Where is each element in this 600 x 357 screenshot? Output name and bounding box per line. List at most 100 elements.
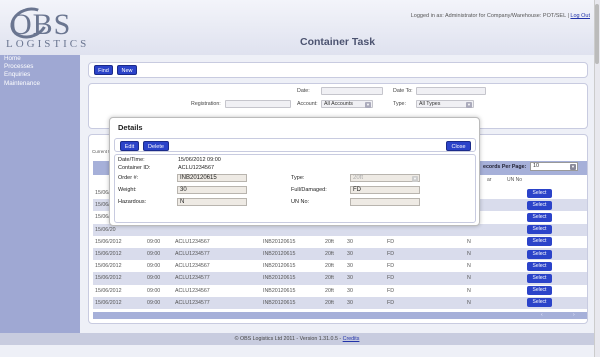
select-button[interactable]: Select: [527, 225, 552, 235]
select-button[interactable]: Select: [527, 188, 552, 198]
chevron-down-icon: ▼: [466, 101, 472, 108]
footer: © OBS Logistics Ltd 2011 - Version 1.31.…: [0, 333, 594, 345]
select-button[interactable]: Select: [527, 298, 552, 308]
cell-un: [485, 223, 525, 236]
un-no-label: UN No:: [291, 199, 310, 205]
credits-link[interactable]: Credits: [343, 336, 360, 342]
logout-link[interactable]: Log Out: [570, 13, 590, 19]
logo-sub: LOGISTICS: [6, 38, 90, 50]
cell-un: [485, 260, 525, 273]
cell-status: FD: [385, 247, 465, 261]
cell-order: INB20120615: [261, 260, 323, 273]
cell-un: [485, 211, 525, 224]
cell-weight: 30: [345, 260, 385, 273]
sidebar-item-maintenance[interactable]: Maintenance: [0, 80, 80, 88]
type-field[interactable]: 20ft ▼: [350, 174, 420, 182]
column-header-hazardous[interactable]: ar: [487, 177, 491, 183]
cell-order: INB20120615: [261, 235, 323, 248]
cell-status: FD: [385, 284, 465, 297]
type-select-value: All Types: [419, 101, 441, 107]
chevron-down-icon: ▼: [412, 175, 418, 182]
account-select-value: All Accounts: [324, 101, 353, 107]
select-button[interactable]: Select: [527, 200, 552, 210]
table-row[interactable]: 15/06/2012 09:00 ACLU1234577 INB20120615 20f…: [93, 247, 587, 261]
select-button[interactable]: Select: [527, 286, 552, 296]
cell-date: 15/06/2012: [93, 284, 145, 297]
cell-un: [485, 284, 525, 297]
select-button[interactable]: Select: [527, 261, 552, 271]
type-select[interactable]: All Types ▼: [416, 100, 474, 108]
cell-action: Select: [525, 284, 587, 297]
results-label: Current t: [92, 149, 110, 154]
full-damaged-field[interactable]: FD: [350, 186, 420, 194]
cell-container: ACLU1234567: [173, 260, 261, 273]
action-toolbar: Find New: [88, 62, 588, 78]
sidebar: Home Processes Enquiries Maintenance: [0, 55, 80, 333]
select-button[interactable]: Select: [527, 237, 552, 247]
pager-prev-icon[interactable]: ‹: [541, 312, 543, 319]
cell-order: INB20120615: [261, 272, 323, 285]
cell-time: 09:00: [145, 296, 173, 309]
records-per-page-select[interactable]: 10 ▼: [530, 162, 578, 171]
table-row[interactable]: 15/06/2012 09:00 ACLU1234577 INB20120615 20f…: [93, 296, 587, 309]
weight-field[interactable]: 30: [177, 186, 247, 194]
select-button[interactable]: Select: [527, 249, 552, 259]
page-scrollbar-thumb[interactable]: [595, 4, 599, 64]
cell-action: Select: [525, 260, 587, 273]
cell-date: 15/06/2012: [93, 235, 145, 248]
cell-un: [485, 296, 525, 309]
datetime-label: Date/Time:: [118, 157, 145, 163]
sidebar-item-home[interactable]: Home: [0, 55, 80, 63]
date-input[interactable]: [321, 87, 383, 95]
column-header-un-no[interactable]: UN No: [507, 177, 522, 183]
delete-button[interactable]: Delete: [143, 141, 169, 151]
find-button[interactable]: Find: [94, 65, 113, 75]
records-per-page-value: 10: [533, 163, 540, 169]
cell-time: 09:00: [145, 284, 173, 297]
un-no-field[interactable]: [350, 198, 420, 206]
table-row[interactable]: 15/06/2012 09:00 ACLU1234567 INB20120615 20f…: [93, 284, 587, 297]
cell-hazardous: N: [465, 247, 485, 261]
registration-input[interactable]: [225, 100, 291, 108]
details-dialog: Details Edit Delete Close Date/Time: 15/…: [109, 117, 480, 226]
cell-action: Select: [525, 199, 587, 212]
table-row[interactable]: 15/06/2012 09:00 ACLU1234567 INB20120615 20f…: [93, 260, 587, 273]
cell-hazardous: N: [465, 284, 485, 297]
cell-weight: 30: [345, 247, 385, 261]
type-label: Type:: [393, 101, 406, 107]
select-button[interactable]: Select: [527, 273, 552, 283]
cell-container: ACLU1234567: [173, 235, 261, 248]
table-row[interactable]: 15/06/2012 09:00 ACLU1234567 INB20120615 20f…: [93, 235, 587, 248]
select-button[interactable]: Select: [527, 212, 552, 222]
cell-action: Select: [525, 223, 587, 236]
close-button[interactable]: Close: [446, 141, 471, 151]
records-per-page-label: ecords Per Page:: [483, 164, 527, 170]
cell-date: 15/06/2012: [93, 272, 145, 285]
pager: ‹ ›: [93, 312, 587, 319]
hazardous-field[interactable]: N: [177, 198, 247, 206]
edit-button[interactable]: Edit: [120, 141, 139, 151]
account-select[interactable]: All Accounts ▼: [321, 100, 373, 108]
sidebar-item-enquiries[interactable]: Enquiries: [0, 71, 80, 79]
cell-order: INB20120615: [261, 247, 323, 261]
cell-un: [485, 235, 525, 248]
cell-un: [485, 272, 525, 285]
pager-next-icon[interactable]: ›: [573, 312, 575, 319]
cell-type: 20ft: [323, 235, 345, 248]
date-to-input[interactable]: [416, 87, 486, 95]
cell-time: 09:00: [145, 235, 173, 248]
login-info: Logged in as: Administrator for Company/…: [411, 13, 590, 19]
cell-type: 20ft: [323, 272, 345, 285]
cell-hazardous: N: [465, 296, 485, 309]
cell-weight: 30: [345, 235, 385, 248]
type-label: Type:: [291, 175, 305, 181]
new-button[interactable]: New: [117, 65, 137, 75]
order-field[interactable]: INB20120615: [177, 174, 247, 182]
cell-container: ACLU1234577: [173, 272, 261, 285]
datetime-value: 15/06/2012 09:00: [178, 157, 221, 163]
cell-type: 20ft: [323, 296, 345, 309]
sidebar-item-processes[interactable]: Processes: [0, 63, 80, 71]
cell-type: 20ft: [323, 247, 345, 261]
table-row[interactable]: 15/06/2012 09:00 ACLU1234577 INB20120615 20f…: [93, 272, 587, 285]
date-to-label: Date To:: [393, 88, 413, 94]
